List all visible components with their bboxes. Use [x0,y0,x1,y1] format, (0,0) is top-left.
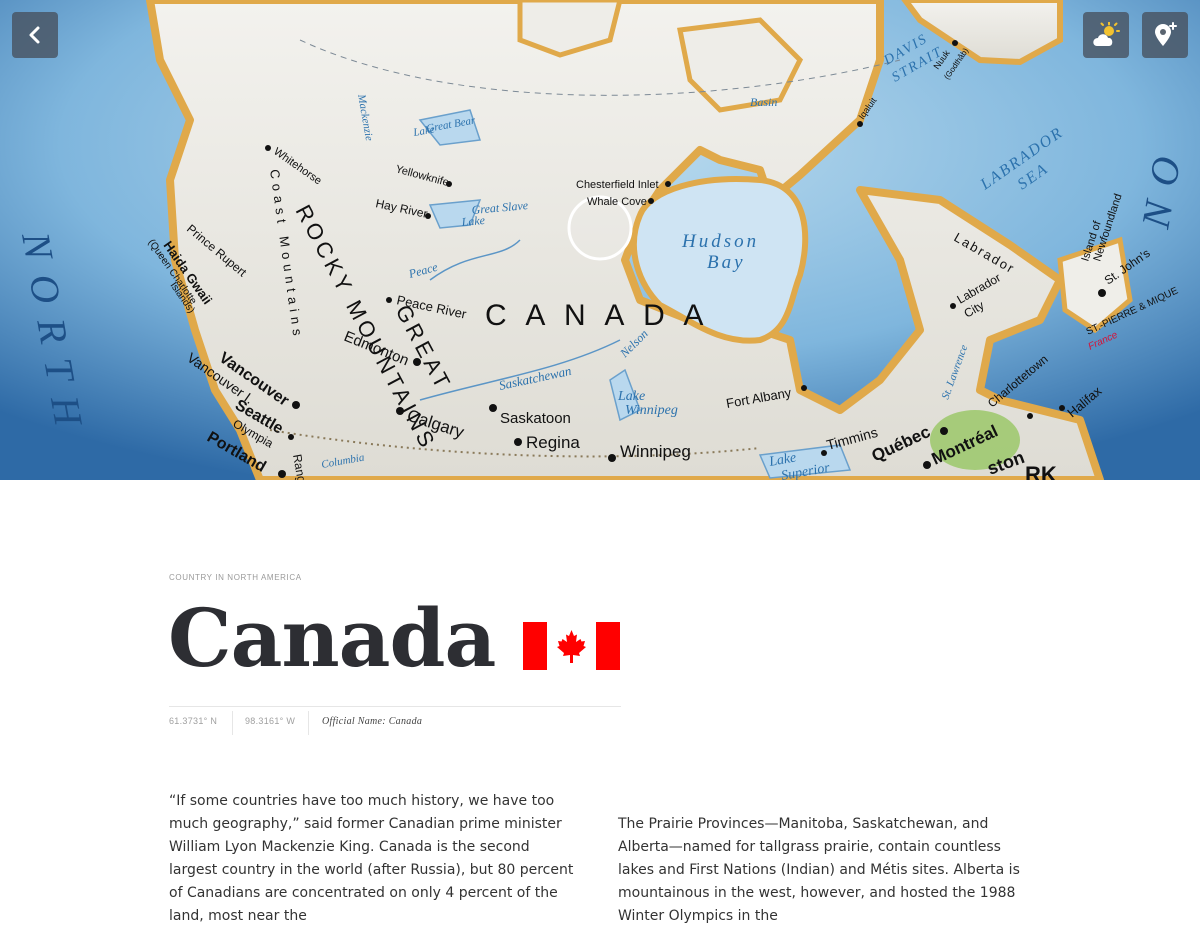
city-dot [950,303,956,309]
page-title: Canada [168,591,496,685]
city-dot [265,145,271,151]
label-canada: C A N A D A [485,299,709,332]
chevron-left-icon [29,26,40,44]
city-dot [278,470,286,478]
map-canvas[interactable]: C A N A D A ROCKY MOUNTAINS GREAT Coast … [0,0,1200,480]
city-dot [608,454,616,462]
meta-separator [232,711,233,735]
latitude: 61.3731° N [169,716,218,726]
city-dot [396,407,404,415]
city-dot [1098,289,1106,297]
city-chesterfield: Chesterfield Inlet [576,179,659,191]
meta-divider [169,706,621,707]
back-button[interactable] [12,12,58,58]
city-winnipeg: Winnipeg [620,442,691,461]
city-dot [1027,413,1033,419]
city-dot [821,450,827,456]
city-dot [292,401,300,409]
city-dot [801,385,807,391]
city-dot [940,427,948,435]
article-paragraph-right: The Prairie Provinces—Manitoba, Saskatch… [618,816,1020,924]
city-dot [489,404,497,412]
city-dot [386,297,392,303]
label-hudson: Hudson [681,231,759,252]
city-dot [952,40,958,46]
label-rk: RK [1025,462,1057,480]
city-dot [413,358,421,366]
city-dot [665,181,671,187]
partly-cloudy-icon [1093,22,1120,46]
city-whale-cove: Whale Cove [587,196,647,208]
city-dot [857,121,863,127]
article-paragraph-left: “If some countries have too much history… [169,793,574,924]
official-name: Official Name: Canada [322,716,423,727]
city-dot [648,198,654,204]
label-basin: Basin [750,95,777,109]
city-dot [514,438,522,446]
label-bay: Bay [707,252,746,273]
canada-flag-icon [523,622,620,670]
label-great-slave-lake: Lake [460,213,486,229]
label-lake-winnipeg-2: Winnipeg [625,403,678,418]
city-saskatoon: Saskatoon [500,410,571,427]
weather-button[interactable] [1083,12,1129,58]
country-kicker: COUNTRY IN NORTH AMERICA [169,573,302,582]
map-view[interactable]: C A N A D A ROCKY MOUNTAINS GREAT Coast … [0,0,1200,480]
longitude: 98.3161° W [245,716,296,726]
meta-separator [308,711,309,735]
add-location-button[interactable] [1142,12,1188,58]
label-lake-winnipeg-1: Lake [617,389,645,404]
city-dot [923,461,931,469]
city-regina: Regina [526,433,580,452]
city-dot [288,434,294,440]
add-location-pin-icon [1155,22,1177,46]
